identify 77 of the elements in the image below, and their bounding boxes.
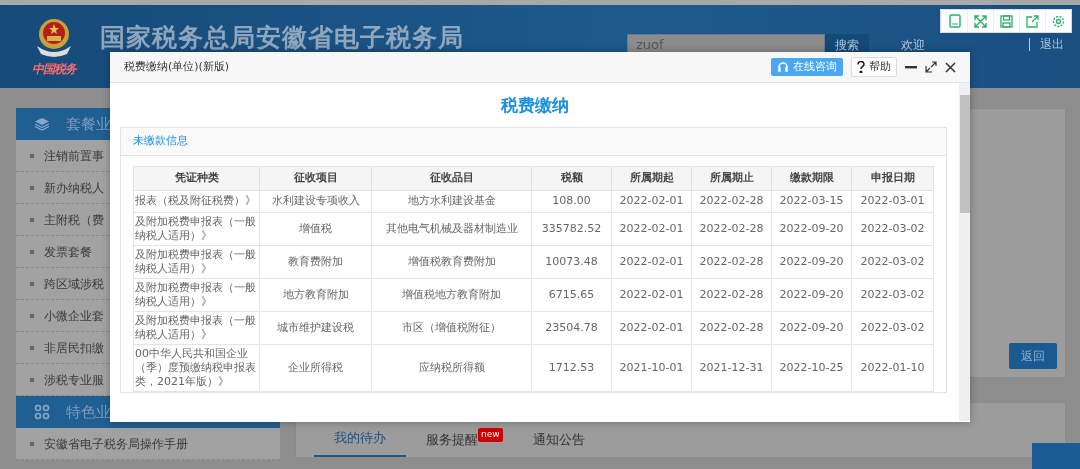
table-cell: 2022-09-20 bbox=[771, 311, 852, 344]
dialog-title: 税费缴纳(单位)(新版) bbox=[124, 58, 230, 75]
table-cell: 水利建设专项收入 bbox=[259, 190, 372, 212]
table-cell: 其他电气机械及器材制造业 bbox=[371, 212, 532, 245]
table-cell: 00中华人民共和国企业（季）度预缴纳税申报表类，2021年版）》 bbox=[133, 344, 260, 391]
maximize-icon[interactable] bbox=[925, 61, 937, 73]
question-icon bbox=[857, 61, 865, 73]
table-cell: 2022-03-15 bbox=[771, 190, 852, 212]
table-cell: 2022-03-02 bbox=[851, 245, 934, 278]
table-cell: 2022-03-02 bbox=[851, 278, 934, 311]
help-button[interactable]: 帮助 bbox=[851, 56, 897, 78]
table-cell: 2022-03-01 bbox=[851, 190, 934, 212]
table-cell: 2022-02-28 bbox=[691, 212, 772, 245]
close-icon[interactable] bbox=[945, 61, 956, 73]
table-cell: 地方水利建设基金 bbox=[371, 190, 532, 212]
table-cell: 2022-10-25 bbox=[771, 344, 852, 391]
table-cell: 城市维护建设税 bbox=[259, 311, 372, 344]
table-cell: 108.00 bbox=[531, 190, 612, 212]
logo-text: 中国税务 bbox=[32, 60, 76, 78]
table-cell: 2022-09-20 bbox=[771, 212, 852, 245]
table-cell: 335782.52 bbox=[531, 212, 612, 245]
table-cell: 及附加税费申报表（一般纳税人适用）》 bbox=[133, 245, 260, 278]
table-cell: 23504.78 bbox=[531, 311, 612, 344]
table-cell: 2022-03-02 bbox=[851, 212, 934, 245]
new-badge: new bbox=[478, 428, 503, 442]
table-cell: 报表（税及附征税费）》 bbox=[133, 190, 260, 212]
table-cell: 1712.53 bbox=[531, 344, 612, 391]
table-cell: 及附加税费申报表（一般纳税人适用）》 bbox=[133, 278, 260, 311]
table-cell: 2021-12-31 bbox=[691, 344, 772, 391]
table-cell: 企业所得税 bbox=[259, 344, 372, 391]
table-cell: 2022-09-20 bbox=[771, 245, 852, 278]
online-consult-button[interactable]: 在线咨询 bbox=[771, 57, 843, 77]
column-header: 税额 bbox=[531, 166, 612, 190]
site-title: 国家税务总局安徽省电子税务局 bbox=[100, 21, 464, 54]
table-cell: 2022-02-01 bbox=[611, 212, 692, 245]
table-cell: 增值税 bbox=[259, 212, 372, 245]
table-cell: 市区（增值税附征） bbox=[371, 311, 532, 344]
column-header: 所属期止 bbox=[691, 166, 772, 190]
column-header: 所属期起 bbox=[611, 166, 692, 190]
column-header: 征收品目 bbox=[371, 166, 532, 190]
logout-link[interactable]: 退出 bbox=[1040, 37, 1064, 51]
sidebar-item[interactable]: 安徽省电子税务局操作手册 bbox=[16, 428, 280, 460]
scrollbar[interactable] bbox=[959, 83, 970, 421]
layers-icon bbox=[34, 117, 50, 131]
table-cell: 2022-02-28 bbox=[691, 190, 772, 212]
column-header: 征收项目 bbox=[259, 166, 372, 190]
welcome-text: 欢迎 bbox=[901, 36, 925, 54]
panel-title: 未缴款信息 bbox=[133, 132, 188, 149]
table-cell: 及附加税费申报表（一般纳税人适用）》 bbox=[133, 212, 260, 245]
table-cell: 2022-02-28 bbox=[691, 278, 772, 311]
table-cell: 6715.65 bbox=[531, 278, 612, 311]
column-header: 申报日期 bbox=[851, 166, 934, 190]
table-cell: 2022-03-02 bbox=[851, 311, 934, 344]
table-cell: 10073.48 bbox=[531, 245, 612, 278]
table-cell: 增值税教育费附加 bbox=[371, 245, 532, 278]
column-header: 凭证种类 bbox=[133, 166, 260, 190]
grid-icon bbox=[34, 404, 50, 420]
table-cell: 2022-02-01 bbox=[611, 190, 692, 212]
table-cell: 教育费附加 bbox=[259, 245, 372, 278]
headset-icon bbox=[777, 61, 789, 73]
table-cell: 2022-02-28 bbox=[691, 245, 772, 278]
back-button[interactable]: 返回 bbox=[1009, 343, 1057, 369]
table-cell: 增值税地方教育附加 bbox=[371, 278, 532, 311]
table-cell: 2022-01-10 bbox=[851, 344, 934, 391]
minimize-icon[interactable] bbox=[905, 65, 917, 69]
page-heading: 税费缴纳 bbox=[499, 94, 570, 117]
table-cell: 2022-02-28 bbox=[691, 311, 772, 344]
table-cell: 2022-02-01 bbox=[611, 311, 692, 344]
column-header: 缴款期限 bbox=[771, 166, 852, 190]
table-cell: 2022-02-01 bbox=[611, 245, 692, 278]
table-cell: 2021-10-01 bbox=[611, 344, 692, 391]
table-cell: 2022-02-01 bbox=[611, 278, 692, 311]
table-cell: 应纳税所得额 bbox=[371, 344, 532, 391]
table-cell: 2022-09-20 bbox=[771, 278, 852, 311]
table-cell: 地方教育附加 bbox=[259, 278, 372, 311]
tab[interactable]: 通知公告 bbox=[512, 421, 605, 457]
table-cell: 及附加税费申报表（一般纳税人适用）》 bbox=[133, 311, 260, 344]
